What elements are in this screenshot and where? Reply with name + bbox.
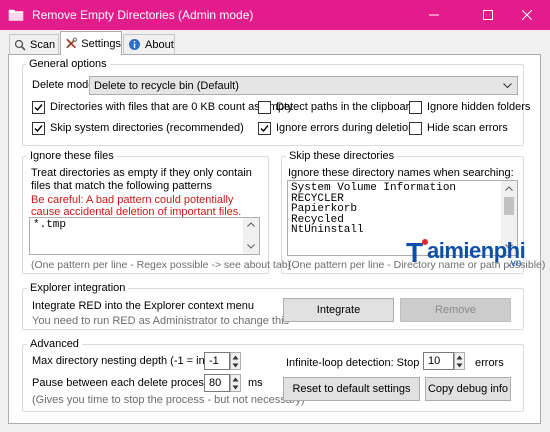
minimize-button[interactable] (411, 0, 457, 30)
explorer-desc: Integrate RED into the Explorer context … (32, 300, 254, 312)
delete-mode-label: Delete mode: (32, 79, 98, 91)
check-icon (260, 125, 269, 133)
general-options-title: General options (26, 58, 110, 70)
scroll-down-icon (247, 244, 255, 249)
chevron-down-icon (503, 83, 512, 89)
explorer-title: Explorer integration (27, 282, 129, 294)
info-icon (129, 39, 140, 50)
integrate-button[interactable]: Integrate (283, 298, 394, 322)
hidden-folders-checkbox[interactable] (409, 101, 422, 114)
spin-down-icon (232, 363, 239, 368)
svg-text:T: T (406, 237, 423, 267)
clipboard-label: Detect paths in the clipboard (276, 101, 416, 113)
spin-down-icon (232, 385, 239, 390)
hide-scan-errors-label: Hide scan errors (427, 122, 508, 134)
reset-defaults-button[interactable]: Reset to default settings (283, 377, 420, 401)
spin-up-icon (232, 355, 239, 360)
ignore-patterns-text: *.tmp (33, 219, 67, 231)
copy-debug-button[interactable]: Copy debug info (425, 377, 511, 401)
loop-detection-input[interactable]: 10 (423, 352, 454, 370)
skip-system-label: Skip system directories (recommended) (50, 122, 244, 134)
ignore-patterns-scrollbar[interactable] (243, 218, 259, 254)
maximize-icon (483, 10, 493, 20)
nesting-depth-value: -1 (209, 355, 219, 367)
check-icon (34, 125, 43, 133)
pause-unit: ms (248, 377, 263, 389)
skip-dir-line: Papierkorb (291, 203, 358, 215)
tab-scan[interactable]: Scan (9, 34, 59, 54)
tab-settings-label: Settings (81, 37, 121, 50)
remove-button[interactable]: Remove (400, 298, 511, 322)
tab-scan-label: Scan (30, 38, 56, 51)
close-icon (522, 10, 532, 20)
minimize-icon (429, 14, 439, 16)
watermark-t-icon: T (406, 237, 428, 268)
pause-label: Pause between each delete process: (32, 377, 213, 389)
zero-kb-label: Directories with files that are 0 KB cou… (50, 101, 293, 113)
tools-icon (66, 37, 78, 49)
pause-input[interactable]: 80 (204, 374, 230, 392)
ignore-files-title: Ignore these files (27, 150, 117, 162)
ignore-files-desc-1: Treat directories as empty if they only … (31, 167, 252, 179)
tab-about[interactable]: About (123, 34, 175, 54)
ignore-patterns-textarea[interactable]: *.tmp (29, 217, 260, 255)
loop-detection-value: 10 (428, 355, 441, 367)
nesting-depth-spinner[interactable] (230, 352, 241, 370)
loop-detection-label: Infinite-loop detection: Stop after (286, 357, 445, 369)
close-button[interactable] (504, 0, 550, 30)
spin-down-icon (456, 363, 463, 368)
tab-about-label: About (145, 38, 174, 51)
skip-dir-line: NtUninstall (291, 224, 364, 236)
loop-detection-unit: errors (475, 357, 504, 369)
pause-note: (Gives you time to stop the process - bu… (32, 394, 305, 406)
hidden-folders-label: Ignore hidden folders (427, 101, 531, 113)
nesting-depth-input[interactable]: -1 (204, 352, 230, 370)
watermark-logo: T (405, 237, 429, 268)
ignore-files-warning-1: Be careful: A bad pattern could potentia… (31, 194, 234, 206)
ignore-errors-checkbox[interactable] (258, 122, 271, 135)
skip-system-checkbox[interactable] (32, 122, 45, 135)
explorer-note: You need to run RED as Administrator to … (32, 315, 290, 327)
pause-value: 80 (209, 377, 222, 389)
scroll-up-icon (247, 222, 255, 227)
zero-kb-checkbox[interactable] (32, 101, 45, 114)
delete-mode-dropdown[interactable]: Delete to recycle bin (Default) (89, 76, 518, 95)
magnifier-icon (14, 39, 26, 51)
window-title: Remove Empty Directories (Admin mode) (32, 8, 254, 22)
scroll-up-icon (505, 186, 513, 191)
tab-settings[interactable]: Settings (60, 31, 122, 55)
check-icon (34, 104, 43, 112)
ignore-errors-label: Ignore errors during deletion (276, 122, 415, 134)
pause-spinner[interactable] (230, 374, 241, 392)
skip-dirs-title: Skip these directories (286, 150, 398, 162)
ignore-files-desc-2: files that match the following patterns (31, 180, 212, 192)
skip-dirs-desc: Ignore these directory names when search… (288, 167, 514, 179)
loop-detection-spinner[interactable] (454, 352, 465, 370)
clipboard-checkbox[interactable] (258, 101, 271, 114)
scroll-thumb[interactable] (504, 197, 514, 215)
delete-mode-value: Delete to recycle bin (Default) (94, 79, 239, 92)
ignore-files-hint: (One pattern per line - Regex possible -… (31, 259, 292, 271)
spin-up-icon (232, 377, 239, 382)
watermark-suffix: .vn (508, 258, 522, 269)
advanced-title: Advanced (27, 338, 82, 350)
hide-scan-errors-checkbox[interactable] (409, 122, 422, 135)
app-folder-icon (8, 7, 24, 23)
spin-up-icon (456, 355, 463, 360)
skip-dir-line: System Volume Information (291, 182, 457, 194)
